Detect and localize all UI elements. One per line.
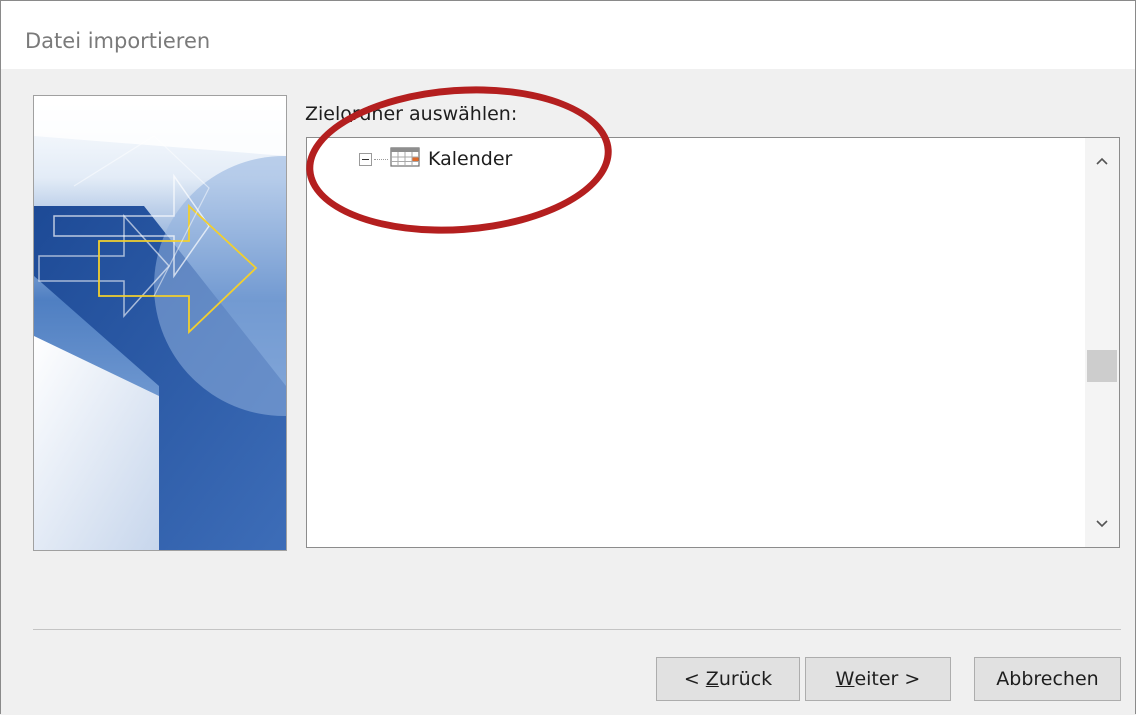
tree-connector: [374, 158, 388, 160]
tree-item-label[interactable]: Kalender: [428, 148, 512, 170]
collapse-icon[interactable]: [359, 152, 372, 166]
back-button[interactable]: < Zurück: [656, 657, 800, 701]
footer-separator: [33, 629, 1121, 630]
scroll-thumb[interactable]: [1087, 350, 1117, 382]
cancel-button[interactable]: Abbrechen: [974, 657, 1121, 701]
wizard-illustration: [33, 95, 287, 551]
chevron-down-icon: [1096, 520, 1108, 528]
title-bar: Datei importieren: [1, 1, 1135, 69]
next-button[interactable]: Weiter >: [805, 657, 951, 701]
scroll-up-button[interactable]: [1085, 146, 1119, 176]
vertical-scrollbar[interactable]: [1085, 138, 1119, 547]
tree-item-kalender[interactable]: Kalender: [359, 146, 512, 172]
target-folder-label: Zielordner auswählen:: [305, 103, 518, 125]
scroll-down-button[interactable]: [1085, 509, 1119, 539]
calendar-icon: [390, 147, 420, 171]
chevron-up-icon: [1096, 157, 1108, 165]
folder-tree[interactable]: Kalender: [306, 137, 1120, 548]
dialog-title: Datei importieren: [25, 29, 211, 53]
import-dialog: Datei importieren Zielordner auswählen: …: [0, 0, 1136, 714]
